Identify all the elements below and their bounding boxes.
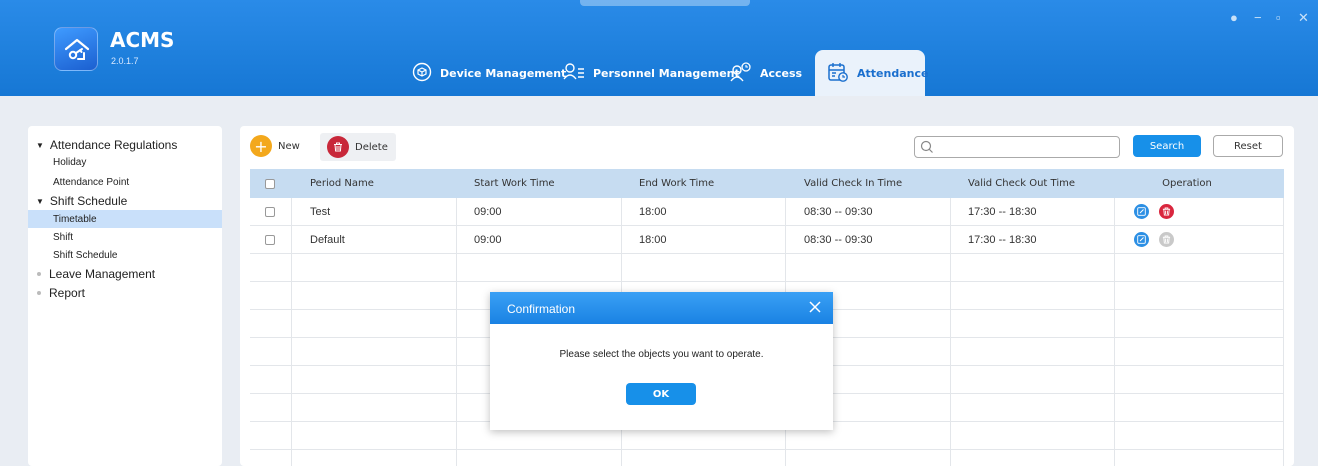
access-icon bbox=[730, 61, 752, 85]
sidebar-item-timetable[interactable]: Timetable bbox=[53, 214, 97, 225]
table-row[interactable]: Default 09:00 18:00 08:30 -- 09:30 17:30… bbox=[250, 226, 1284, 254]
caret-down-icon: ▼ bbox=[36, 196, 44, 206]
app-version: 2.0.1.7 bbox=[111, 56, 139, 66]
reset-button[interactable]: Reset bbox=[1213, 135, 1283, 157]
new-label: New bbox=[278, 140, 300, 152]
valid-check-out-time: 17:30 -- 18:30 bbox=[968, 205, 1037, 218]
column-divider bbox=[1283, 198, 1284, 466]
row-checkbox[interactable] bbox=[265, 198, 275, 225]
start-work-time: 09:00 bbox=[474, 233, 502, 246]
nav-device-management[interactable]: Device Management bbox=[412, 50, 566, 96]
sidebar-item-shift[interactable]: Shift bbox=[53, 232, 73, 243]
row-checkbox[interactable] bbox=[265, 226, 275, 253]
sidebar-item-holiday[interactable]: Holiday bbox=[53, 157, 86, 168]
sidebar-group-attendance-regulations[interactable]: ▼ Attendance Regulations bbox=[36, 138, 177, 152]
search-field[interactable] bbox=[914, 136, 1120, 158]
column-header: End Work Time bbox=[639, 178, 715, 189]
column-divider bbox=[291, 198, 292, 466]
edit-icon[interactable] bbox=[1134, 232, 1149, 247]
column-header: Valid Check In Time bbox=[804, 178, 903, 189]
table-header-row: Period Name Start Work Time End Work Tim… bbox=[250, 169, 1284, 198]
edit-icon[interactable] bbox=[1134, 204, 1149, 219]
delete-button[interactable]: Delete bbox=[320, 133, 396, 161]
delete-row-icon[interactable] bbox=[1159, 204, 1174, 219]
delete-row-disabled-icon bbox=[1159, 232, 1174, 247]
restore-icon[interactable]: ▫ bbox=[1276, 10, 1281, 25]
column-header: Start Work Time bbox=[474, 178, 555, 189]
column-divider bbox=[456, 198, 457, 466]
nav-label: Attendance bbox=[857, 66, 929, 80]
app-logo bbox=[54, 27, 98, 71]
new-button[interactable]: + New bbox=[250, 135, 300, 157]
search-button[interactable]: Search bbox=[1133, 135, 1201, 157]
close-icon[interactable] bbox=[807, 299, 823, 315]
operation-cell bbox=[1134, 198, 1174, 225]
sidebar-group-label: Leave Management bbox=[49, 267, 156, 281]
confirmation-dialog: Confirmation Please select the objects y… bbox=[490, 292, 833, 430]
column-header: Operation bbox=[1162, 178, 1212, 189]
end-work-time: 18:00 bbox=[639, 205, 667, 218]
valid-check-in-time: 08:30 -- 09:30 bbox=[804, 205, 873, 218]
sidebar-item-attendance-point[interactable]: Attendance Point bbox=[53, 177, 129, 188]
trash-icon bbox=[327, 136, 349, 158]
home-key-icon bbox=[64, 38, 90, 60]
ok-button[interactable]: OK bbox=[626, 383, 696, 405]
dialog-header: Confirmation bbox=[490, 292, 833, 324]
select-all-checkbox[interactable] bbox=[265, 169, 275, 198]
nav-attendance[interactable]: Attendance bbox=[815, 50, 929, 96]
plus-icon: + bbox=[250, 135, 272, 157]
device-icon bbox=[412, 62, 432, 85]
title-bar-highlight bbox=[580, 0, 750, 6]
empty-row bbox=[250, 254, 1284, 282]
nav-label: Access bbox=[760, 66, 803, 80]
nav-label: Device Management bbox=[440, 66, 567, 80]
sidebar-group-label: Attendance Regulations bbox=[49, 138, 178, 152]
nav-access[interactable]: Access bbox=[730, 50, 802, 96]
personnel-icon bbox=[563, 62, 585, 85]
table-row[interactable]: Test 09:00 18:00 08:30 -- 09:30 17:30 --… bbox=[250, 198, 1284, 226]
delete-label: Delete bbox=[355, 141, 388, 153]
settings-dot-icon[interactable]: ● bbox=[1230, 10, 1238, 25]
minimize-icon[interactable]: − bbox=[1254, 10, 1262, 25]
dialog-message: Please select the objects you want to op… bbox=[559, 349, 764, 360]
sidebar: ▼ Attendance Regulations Holiday Attenda… bbox=[28, 126, 222, 466]
nav-label: Personnel Management bbox=[593, 66, 740, 80]
dialog-title: Confirmation bbox=[507, 302, 576, 316]
sidebar-group-leave-management[interactable]: Leave Management bbox=[36, 267, 155, 281]
start-work-time: 09:00 bbox=[474, 205, 502, 218]
valid-check-out-time: 17:30 -- 18:30 bbox=[968, 233, 1037, 246]
column-divider bbox=[950, 198, 951, 466]
period-name: Test bbox=[310, 205, 331, 218]
column-header: Period Name bbox=[310, 178, 374, 189]
app-header: ACMS 2.0.1.7 ● − ▫ ✕ Device Management P… bbox=[0, 0, 1318, 96]
valid-check-in-time: 08:30 -- 09:30 bbox=[804, 233, 873, 246]
period-name: Default bbox=[310, 233, 345, 246]
sidebar-group-label: Shift Schedule bbox=[49, 194, 128, 208]
sidebar-group-report[interactable]: Report bbox=[36, 286, 85, 300]
caret-down-icon: ▼ bbox=[36, 140, 44, 150]
sidebar-item-shift-schedule[interactable]: Shift Schedule bbox=[53, 250, 118, 261]
search-icon bbox=[920, 140, 933, 153]
nav-personnel-management[interactable]: Personnel Management bbox=[563, 50, 740, 96]
app-name: ACMS bbox=[110, 28, 175, 52]
operation-cell bbox=[1134, 226, 1174, 253]
sidebar-group-label: Report bbox=[49, 286, 86, 300]
search-input[interactable] bbox=[937, 137, 1117, 157]
sidebar-group-shift-schedule[interactable]: ▼ Shift Schedule bbox=[36, 194, 127, 208]
close-window-icon[interactable]: ✕ bbox=[1298, 10, 1309, 26]
bullet-icon bbox=[37, 272, 41, 276]
end-work-time: 18:00 bbox=[639, 233, 667, 246]
attendance-icon bbox=[827, 61, 849, 86]
bullet-icon bbox=[37, 291, 41, 295]
column-divider bbox=[1114, 198, 1115, 466]
column-header: Valid Check Out Time bbox=[968, 178, 1075, 189]
